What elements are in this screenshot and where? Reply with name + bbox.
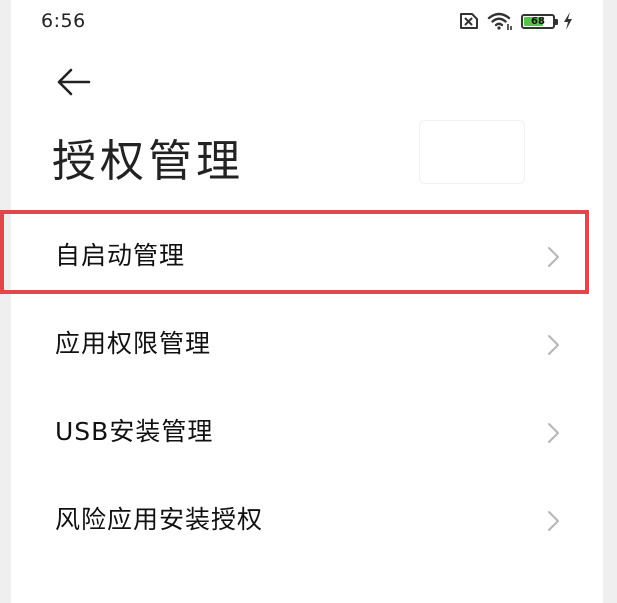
chevron-right-icon (548, 247, 559, 267)
faint-overlay-box (419, 120, 525, 184)
battery-level: 68 (531, 15, 545, 27)
wifi-icon (487, 12, 512, 30)
chevron-right-icon (548, 423, 559, 443)
menu-item-autostart[interactable]: 自启动管理 (11, 210, 603, 298)
battery-cap (555, 18, 558, 25)
menu-item-label: 应用权限管理 (55, 329, 212, 358)
page-title: 授权管理 (52, 136, 244, 187)
menu-item-usb-install[interactable]: USB安装管理 (11, 386, 603, 474)
chevron-right-icon (548, 511, 559, 531)
arrow-left-icon (57, 68, 91, 96)
menu-item-risky-app-install[interactable]: 风险应用安装授权 (11, 474, 603, 562)
charging-icon (564, 12, 572, 30)
menu-list: 自启动管理 应用权限管理 USB安装管理 风险应用安装授权 (11, 210, 603, 562)
back-button[interactable] (51, 62, 95, 102)
menu-item-label: USB安装管理 (55, 417, 214, 446)
screen: 6:56 68 授权管理 自启动管理 应用权限管理 USB安装管理 风险应用安装… (0, 0, 617, 603)
status-time: 6:56 (41, 10, 86, 32)
settings-page: 6:56 68 授权管理 自启动管理 应用权限管理 USB安装管理 风险应用安装… (11, 0, 603, 603)
chevron-right-icon (548, 335, 559, 355)
menu-item-label: 自启动管理 (55, 241, 186, 270)
sim-card-error-icon (460, 13, 478, 29)
menu-item-app-permissions[interactable]: 应用权限管理 (11, 298, 603, 386)
battery-icon: 68 (521, 13, 558, 29)
menu-item-label: 风险应用安装授权 (55, 505, 264, 534)
status-icons: 68 (457, 9, 573, 33)
